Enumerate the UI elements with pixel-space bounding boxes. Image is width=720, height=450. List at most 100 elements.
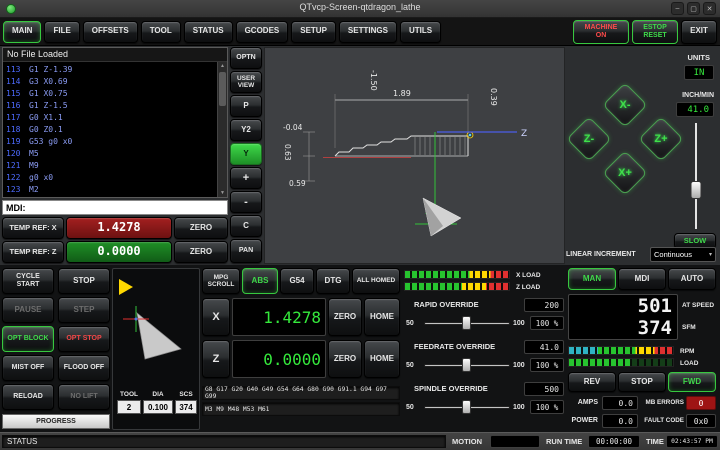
tool-dia-value: 0.100	[143, 400, 173, 414]
jog-x-minus-button[interactable]: X-	[602, 82, 647, 127]
tab-setup[interactable]: SETUP	[291, 21, 336, 43]
z-axis-button[interactable]: Z	[202, 340, 230, 378]
gcode-line-text: G0 X1.1	[29, 112, 63, 124]
gcode-line-number: 117	[6, 112, 22, 124]
program-stop-button[interactable]: STOP	[58, 268, 110, 294]
rapid-slider-handle[interactable]	[462, 316, 471, 330]
flood-button[interactable]: FLOOD OFF	[58, 355, 110, 381]
minimize-icon[interactable]: –	[671, 2, 684, 15]
x-zero-button[interactable]: ZERO	[328, 298, 362, 336]
z-home-button[interactable]: HOME	[364, 340, 400, 378]
jog-z-minus-button[interactable]: Z-	[566, 116, 611, 161]
machine-on-button[interactable]: MACHINE ON	[573, 20, 629, 44]
cycle-start-button[interactable]: CYCLE START	[2, 268, 54, 294]
jog-panel: UNITS IN X- Z- Z+ X+ INCH/MIN 41.0 SLOW …	[566, 47, 718, 264]
tool-crosshair-center	[135, 318, 138, 321]
motion-display	[490, 435, 540, 448]
zoom-in-button[interactable]: +	[230, 167, 262, 189]
zoom-out-button[interactable]: -	[230, 191, 262, 213]
feed-slider-handle[interactable]	[462, 358, 471, 372]
gcode-line-text: G0 Z0.1	[29, 124, 63, 136]
tool-position-dot	[469, 134, 471, 136]
gcode-line: 114 G3 X0.69	[6, 76, 215, 88]
view-y2-button[interactable]: Y2	[230, 119, 262, 141]
temp-ref-z-value: 0.0000	[66, 241, 172, 263]
temp-ref-z-button[interactable]: TEMP REF: Z	[2, 241, 64, 263]
feed-pct-display: 100 %	[530, 358, 564, 372]
gcode-line: 118 G0 Z0.1	[6, 124, 215, 136]
x-dro-display: 1.4278	[232, 298, 326, 336]
gcode-line-text: G3 X0.69	[29, 76, 68, 88]
feedrate-override-label: FEEDRATE OVERRIDE	[414, 342, 495, 351]
no-lift-button[interactable]: NO LIFT	[58, 384, 110, 410]
gcode-line-number: 118	[6, 124, 22, 136]
jog-z-plus-button[interactable]: Z+	[638, 116, 683, 161]
tab-status[interactable]: STATUS	[184, 21, 233, 43]
tab-gcodes[interactable]: GCODES	[236, 21, 289, 43]
scrollbar-thumb[interactable]	[219, 72, 226, 106]
zero-x-button[interactable]: ZERO	[174, 217, 228, 239]
gcode-scrollbar[interactable]: ▲ ▼	[217, 62, 227, 197]
reload-button[interactable]: RELOAD	[2, 384, 54, 410]
main-toolbar: MAIN FILE OFFSETS TOOL STATUS GCODES SET…	[0, 18, 720, 46]
tab-utils[interactable]: UTILS	[400, 21, 441, 43]
x-axis-button[interactable]: X	[202, 298, 230, 336]
spindle-fwd-button[interactable]: FWD	[668, 372, 716, 392]
tool-number-value: 2	[117, 400, 141, 414]
scroll-up-icon[interactable]: ▲	[218, 62, 227, 70]
g54-button[interactable]: G54	[280, 268, 314, 294]
tab-tool[interactable]: TOOL	[141, 21, 181, 43]
close-icon[interactable]: ✕	[703, 2, 716, 15]
all-homed-button[interactable]: ALL HOMED	[352, 268, 400, 294]
mdi-mode-button[interactable]: MDI	[618, 268, 666, 290]
pause-button[interactable]: PAUSE	[2, 297, 54, 323]
gremlin-preview[interactable]: 1.89 0.39 -1.50 -0.04 0.63 0.59 Z X	[264, 47, 565, 264]
scroll-down-icon[interactable]: ▼	[218, 189, 227, 197]
gcode-line: 116 G1 Z-1.5	[6, 100, 215, 112]
spindle-slider-handle[interactable]	[462, 400, 471, 414]
view-y-button[interactable]: Y	[230, 143, 262, 165]
opt-block-button[interactable]: OPT BLOCK	[2, 326, 54, 352]
view-pan-button[interactable]: PAN	[230, 239, 262, 263]
tab-settings[interactable]: SETTINGS	[339, 21, 397, 43]
tab-file[interactable]: FILE	[44, 21, 79, 43]
power-label: POWER	[568, 417, 598, 424]
exit-button[interactable]: EXIT	[681, 20, 717, 44]
jog-rate-slider-handle[interactable]	[691, 181, 702, 199]
z-zero-button[interactable]: ZERO	[328, 340, 362, 378]
mpg-scroll-button[interactable]: MPG SCROLL	[202, 268, 240, 294]
tab-main[interactable]: MAIN	[3, 21, 41, 43]
dtg-button[interactable]: DTG	[316, 268, 350, 294]
jog-z-minus-label: Z-	[574, 124, 604, 154]
spindle-rev-button[interactable]: REV	[568, 372, 616, 392]
opt-stop-button[interactable]: OPT STOP	[58, 326, 110, 352]
spindle-override-slider[interactable]	[424, 400, 510, 414]
spindle-sfm-value: 374	[568, 317, 672, 339]
view-optn-button[interactable]: OPTN	[230, 47, 262, 69]
spindle-min-label: 50	[406, 404, 414, 411]
zero-z-button[interactable]: ZERO	[174, 241, 228, 263]
auto-mode-button[interactable]: AUTO	[668, 268, 716, 290]
maximize-icon[interactable]: ▢	[687, 2, 700, 15]
estop-reset-button[interactable]: ESTOP RESET	[632, 20, 678, 44]
linear-increment-select[interactable]: Continuous ▾	[650, 247, 716, 262]
rapid-override-slider[interactable]	[424, 316, 510, 330]
abs-button[interactable]: ABS	[242, 268, 278, 294]
gcode-listing[interactable]: 113 G1 Z-1.39 114 G3 X0.69 115 G1 X0.75 …	[6, 64, 215, 196]
feedrate-override-slider[interactable]	[424, 358, 510, 372]
view-p-button[interactable]: P	[230, 95, 262, 117]
mdi-input[interactable]: MDI:	[2, 200, 228, 215]
x-home-button[interactable]: HOME	[364, 298, 400, 336]
jog-rate-slider[interactable]	[688, 123, 704, 229]
spindle-stop-button[interactable]: STOP	[618, 372, 666, 392]
tab-offsets[interactable]: OFFSETS	[83, 21, 138, 43]
gcode-line-text: G1 X0.75	[29, 88, 68, 100]
jog-x-plus-button[interactable]: X+	[602, 150, 647, 195]
mist-button[interactable]: MIST OFF	[2, 355, 54, 381]
view-c-button[interactable]: C	[230, 215, 262, 237]
step-button[interactable]: STEP	[58, 297, 110, 323]
statusbar: STATUS MOTION RUN TIME 00:00:00 TIME 02:…	[0, 432, 720, 450]
view-user-view-button[interactable]: USER VIEW	[230, 71, 262, 93]
man-mode-button[interactable]: MAN	[568, 268, 616, 290]
temp-ref-x-button[interactable]: TEMP REF: X	[2, 217, 64, 239]
